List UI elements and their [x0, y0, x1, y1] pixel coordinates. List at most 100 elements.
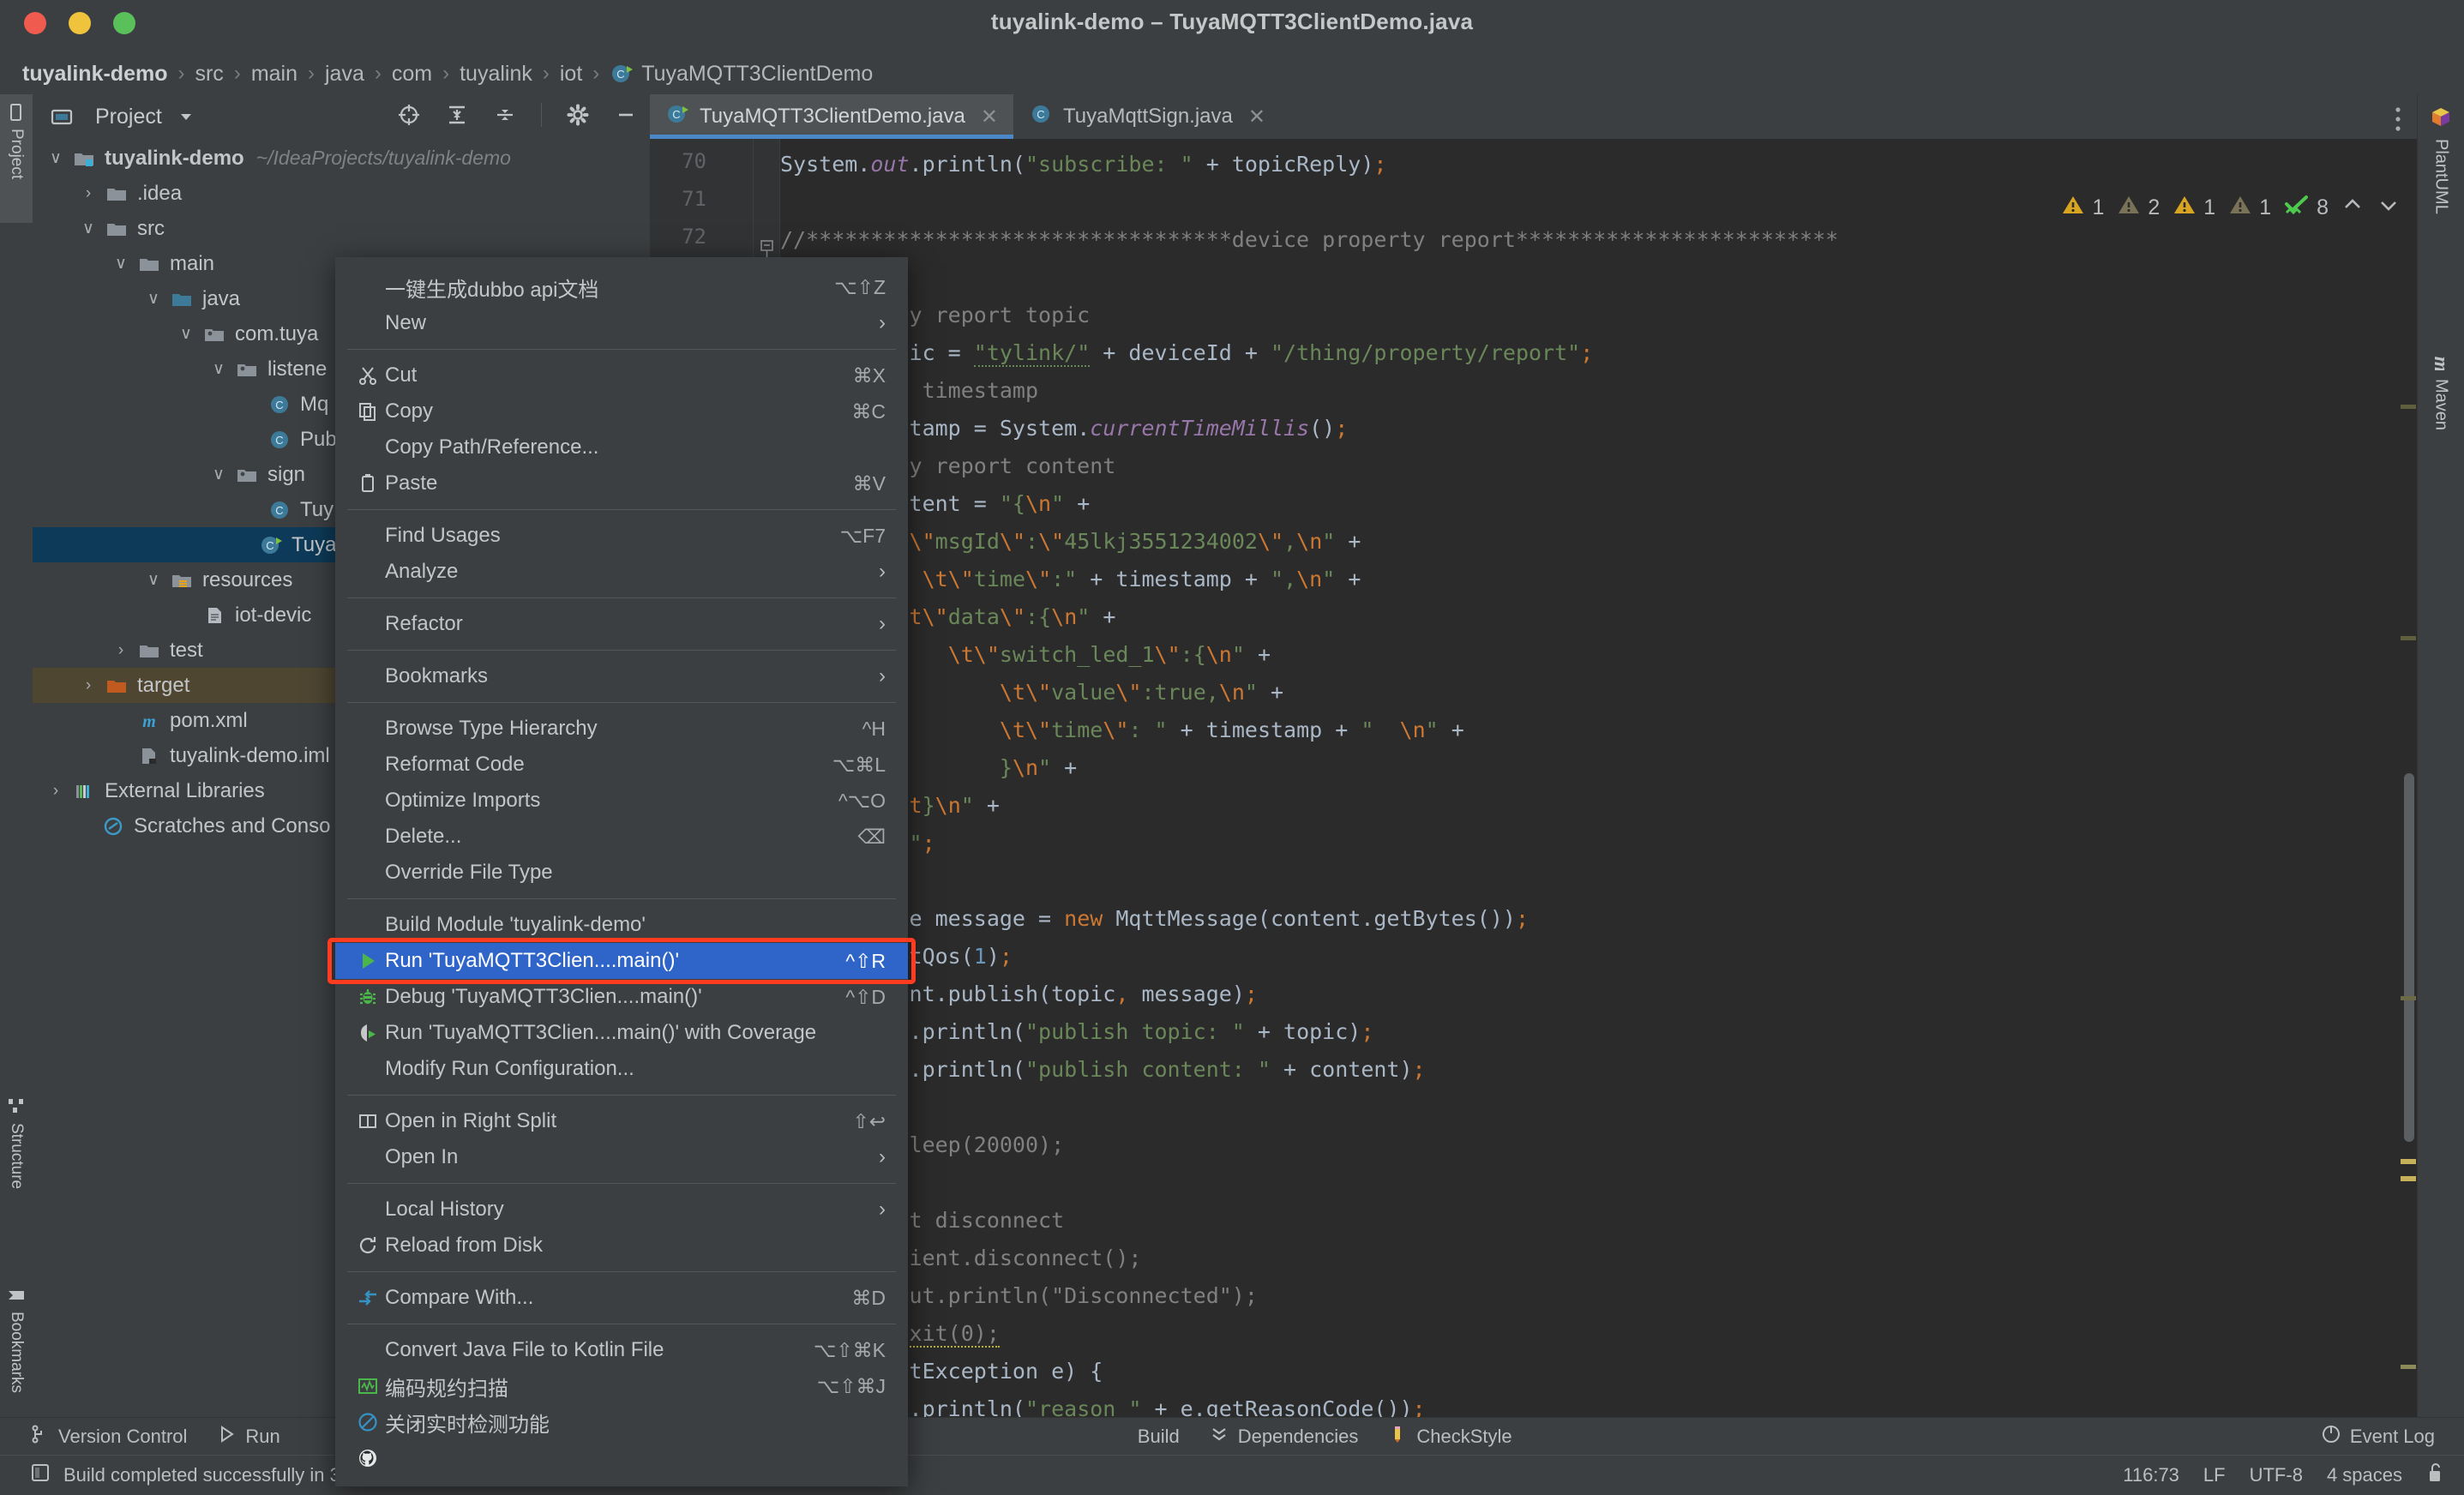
menu-item-browse-type-hierarchy[interactable]: Browse Type Hierarchy ^H: [335, 711, 908, 747]
libraries-icon: [70, 780, 98, 802]
resource-folder-icon: [168, 569, 195, 591]
menu-item-disable-realtime-check[interactable]: 关闭实时检测功能: [335, 1404, 908, 1440]
bottom-item-event-log[interactable]: Event Log: [2321, 1424, 2435, 1450]
menu-item-debug-main[interactable]: Debug 'TuyaMQTT3Clien....main()' ^⇧D: [335, 979, 908, 1015]
menu-item-reformat-code[interactable]: Reformat Code ⌥⌘L: [335, 747, 908, 783]
sidebar-item-maven[interactable]: m Maven: [2418, 334, 2464, 523]
menu-item-paste[interactable]: Paste ⌘V: [335, 465, 908, 501]
tree-twisty[interactable]: ∨: [139, 289, 168, 309]
breadcrumb-item-java[interactable]: java: [325, 62, 364, 87]
chevron-down-icon[interactable]: [2377, 193, 2401, 223]
select-opened-file-icon[interactable]: [397, 103, 421, 127]
close-icon[interactable]: ✕: [1248, 105, 1265, 129]
editor-marker[interactable]: [2401, 996, 2416, 1000]
menu-item-delete[interactable]: Delete... ⌫: [335, 819, 908, 855]
tree-twisty[interactable]: ∨: [139, 570, 168, 590]
editor-vertical-scrollbar[interactable]: [2404, 773, 2414, 1142]
warning-count-2[interactable]: 1: [2172, 192, 2215, 224]
tab-tuyamqttsign[interactable]: C TuyaMqttSign.java ✕: [1013, 94, 1281, 139]
tree-twisty[interactable]: ∨: [106, 254, 135, 273]
code-text[interactable]: System.out.println("subscribe: " + topic…: [780, 139, 2418, 1418]
more-options-icon[interactable]: [2394, 105, 2402, 140]
menu-item-dubbo-api-doc[interactable]: 一键生成dubbo api文档 ⌥⇧Z: [335, 269, 908, 305]
breadcrumb-item-class[interactable]: TuyaMQTT3ClientDemo: [641, 62, 873, 87]
menu-item-local-history[interactable]: Local History ›: [335, 1192, 908, 1228]
breadcrumb-item-project[interactable]: tuyalink-demo: [22, 62, 167, 87]
caret-position[interactable]: 116:73: [2123, 1464, 2179, 1486]
menu-item-optimize-imports[interactable]: Optimize Imports ^⌥O: [335, 783, 908, 819]
sidebar-item-structure[interactable]: Structure: [0, 1089, 33, 1260]
breadcrumb-item-src[interactable]: src: [195, 62, 223, 87]
menu-item-compare-with[interactable]: Compare With... ⌘D: [335, 1280, 908, 1316]
tree-row-tuyalink-demo[interactable]: ∨ tuyalink-demo ~/IdeaProjects/tuyalink-…: [33, 141, 650, 176]
inspections-ok-count[interactable]: 8: [2283, 192, 2329, 224]
sidebar-item-project[interactable]: Project: [0, 94, 33, 223]
collapse-all-icon[interactable]: [493, 103, 517, 127]
menu-item-bookmarks[interactable]: Bookmarks ›: [335, 658, 908, 694]
tree-twisty[interactable]: ∨: [41, 148, 70, 168]
editor-marker[interactable]: [2401, 1176, 2416, 1181]
tree-twisty[interactable]: ›: [106, 641, 135, 660]
menu-item-convert-java-to-kotlin[interactable]: Convert Java File to Kotlin File ⌥⇧⌘K: [335, 1332, 908, 1368]
bottom-item-version-control[interactable]: Version Control: [29, 1424, 187, 1450]
weak-warning-count-2[interactable]: 2: [2116, 192, 2160, 224]
bottom-item-checkstyle[interactable]: CheckStyle: [1387, 1424, 1512, 1450]
tree-twisty[interactable]: ›: [74, 676, 103, 695]
warning-count-1[interactable]: 1: [2060, 192, 2104, 224]
hide-panel-icon[interactable]: [614, 103, 638, 127]
editor-marker[interactable]: [2401, 636, 2416, 640]
inspection-widget[interactable]: 1 2 1 1 8: [2060, 192, 2401, 224]
menu-item-analyze[interactable]: Analyze ›: [335, 554, 908, 590]
close-icon[interactable]: ✕: [981, 105, 998, 129]
breadcrumb-item-tuyalink[interactable]: tuyalink: [460, 62, 532, 87]
menu-item-modify-run-configuration[interactable]: Modify Run Configuration...: [335, 1051, 908, 1087]
editor-marker[interactable]: [2401, 1365, 2416, 1369]
menu-item-run-main[interactable]: Run 'TuyaMQTT3Clien....main()' ^⇧R: [335, 943, 908, 979]
chevron-up-icon[interactable]: [2341, 193, 2365, 223]
menu-item-copy[interactable]: Copy ⌘C: [335, 393, 908, 429]
bottom-item-build[interactable]: Build: [1138, 1426, 1180, 1448]
tree-twisty[interactable]: ›: [74, 184, 103, 203]
iml-icon: [135, 745, 163, 767]
menu-item-code-scan[interactable]: 编码规约扫描 ⌥⇧⌘J: [335, 1368, 908, 1404]
line-separator[interactable]: LF: [2203, 1464, 2226, 1486]
menu-item-cut[interactable]: Cut ⌘X: [335, 357, 908, 393]
gear-icon[interactable]: [566, 103, 590, 127]
menu-item-new[interactable]: New ›: [335, 305, 908, 341]
sidebar-item-plantuml[interactable]: PlantUML: [2418, 94, 2464, 309]
menu-item-copy-path-reference[interactable]: Copy Path/Reference...: [335, 429, 908, 465]
breadcrumb-item-com[interactable]: com: [392, 62, 432, 87]
expand-all-icon[interactable]: [445, 103, 469, 127]
menu-item-refactor[interactable]: Refactor ›: [335, 606, 908, 642]
menu-item-find-usages[interactable]: Find Usages ⌥F7: [335, 518, 908, 554]
menu-item-create-gist[interactable]: [335, 1440, 908, 1476]
bottom-item-run[interactable]: Run: [216, 1424, 280, 1450]
chevron-down-icon[interactable]: [177, 108, 195, 125]
context-menu[interactable]: 一键生成dubbo api文档 ⌥⇧Z New › Cut ⌘X Copy ⌘C…: [328, 257, 916, 1486]
menu-item-override-file-type[interactable]: Override File Type: [335, 855, 908, 891]
editor-marker[interactable]: [2401, 1159, 2416, 1164]
menu-item-run-with-coverage[interactable]: Run 'TuyaMQTT3Clien....main()' with Cove…: [335, 1015, 908, 1051]
menu-item-open-in[interactable]: Open In ›: [335, 1139, 908, 1175]
file-encoding[interactable]: UTF-8: [2250, 1464, 2303, 1486]
tree-twisty[interactable]: ∨: [171, 324, 201, 344]
breadcrumb[interactable]: tuyalink-demo › src › main › java › com …: [0, 62, 873, 87]
tree-twisty[interactable]: ∨: [204, 359, 233, 379]
breadcrumb-item-main[interactable]: main: [251, 62, 297, 87]
menu-item-open-in-right-split[interactable]: Open in Right Split ⇧↩: [335, 1103, 908, 1139]
menu-item-build-module[interactable]: Build Module 'tuyalink-demo': [335, 907, 908, 943]
indent-setting[interactable]: 4 spaces: [2327, 1464, 2402, 1486]
unlocked-icon[interactable]: [2426, 1462, 2445, 1489]
tree-row-idea[interactable]: › .idea: [33, 176, 650, 211]
tree-twisty[interactable]: ›: [41, 782, 70, 801]
tab-tuyamqtt3clientdemo[interactable]: C TuyaMQTT3ClientDemo.java ✕: [650, 94, 1013, 139]
code-editor[interactable]: 70 71 72 1 2 1 1 8 System.out.println("s…: [650, 139, 2418, 1418]
editor-marker[interactable]: [2401, 405, 2416, 409]
menu-item-reload-from-disk[interactable]: Reload from Disk: [335, 1228, 908, 1264]
tree-row-src[interactable]: ∨ src: [33, 211, 650, 246]
tree-twisty[interactable]: ∨: [204, 465, 233, 484]
breadcrumb-item-iot[interactable]: iot: [560, 62, 582, 87]
weak-warning-count-3[interactable]: 1: [2227, 192, 2271, 224]
bottom-item-dependencies[interactable]: Dependencies: [1209, 1424, 1358, 1450]
tree-twisty[interactable]: ∨: [74, 219, 103, 238]
